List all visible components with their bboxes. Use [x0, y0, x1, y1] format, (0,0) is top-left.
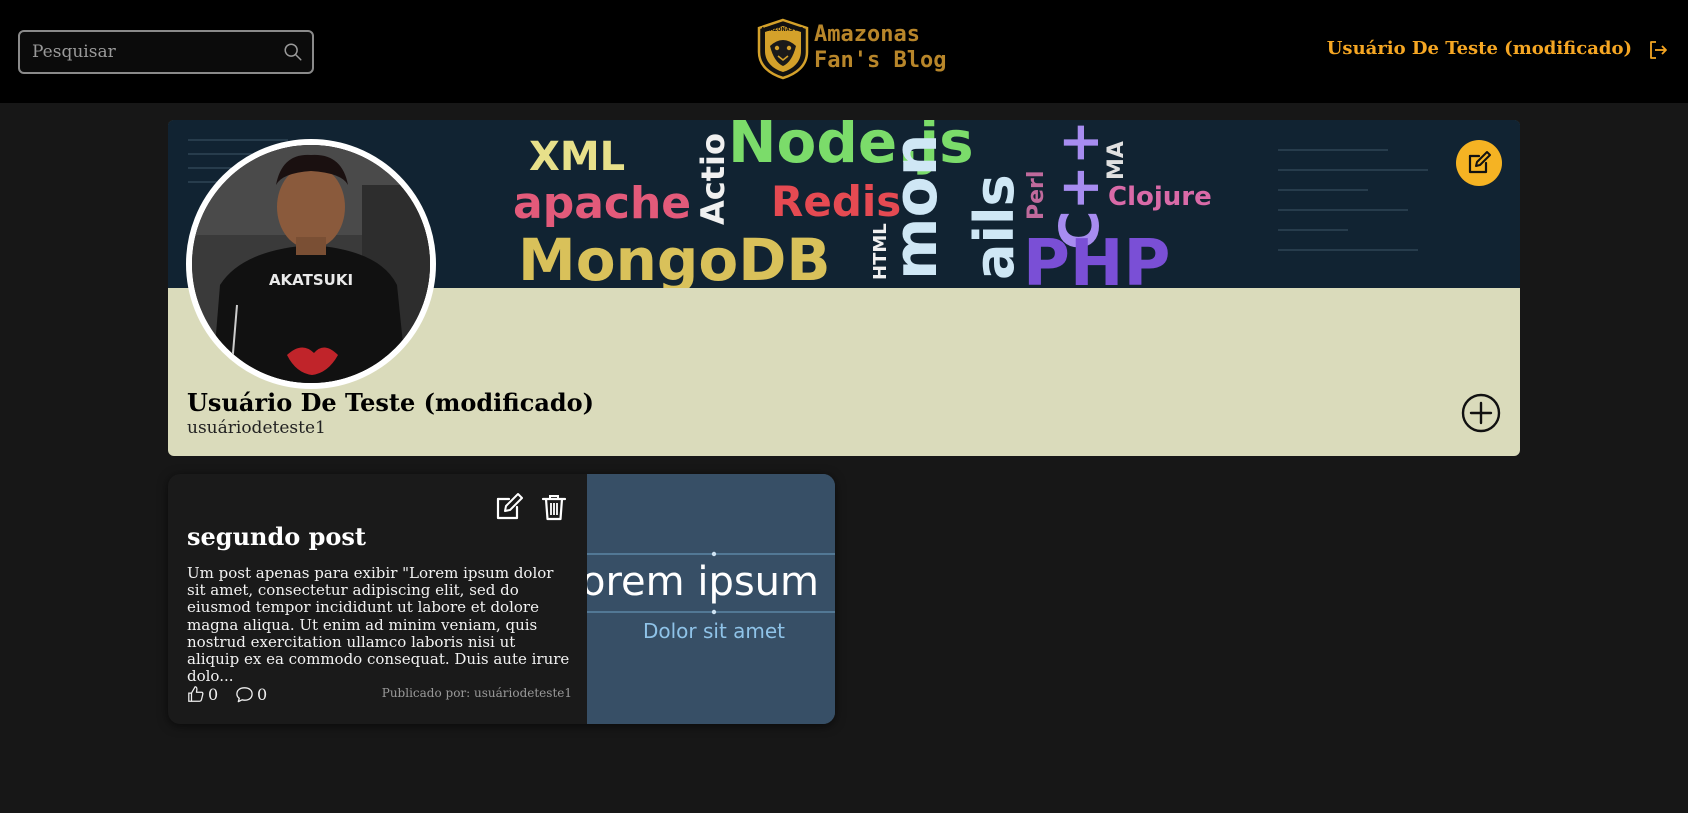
post-author: Publicado por: usuáriodeteste1 — [381, 686, 572, 700]
comment-button[interactable]: 0 — [235, 684, 267, 704]
banner-word-ma: MA — [1104, 141, 1129, 180]
banner-word-php: PHP — [1023, 227, 1170, 288]
add-post-icon[interactable] — [1461, 393, 1501, 433]
post-cover-graphic: orem ipsum Dolor sit amet — [587, 474, 835, 724]
thumbs-up-icon — [188, 686, 204, 702]
search-icon[interactable] — [282, 41, 304, 63]
post-footer: 0 0 Publicado por: usuáriodeteste1 — [187, 684, 572, 704]
logo-title-line2: Fan's Blog — [814, 48, 947, 73]
search-input[interactable] — [32, 32, 272, 72]
like-count: 0 — [208, 684, 219, 704]
logo-title-line1: Amazonas — [814, 22, 920, 47]
profile-username: usuáriodeteste1 — [187, 418, 326, 438]
banner-word-apache: apache — [513, 178, 691, 229]
logo-badge-text: AMAZONAS F.C. — [761, 27, 805, 33]
comment-icon — [236, 686, 253, 702]
banner-word-perl: Perl — [1024, 171, 1049, 220]
banner-word-xml: XML — [529, 134, 625, 180]
profile-avatar[interactable]: AKATSUKI — [186, 139, 436, 389]
logo-badge-icon: AMAZONAS F.C. — [757, 18, 809, 80]
logout-icon[interactable] — [1646, 38, 1670, 62]
header-user-name-link[interactable]: Usuário De Teste (modificado) — [1327, 38, 1632, 59]
post-cover-sub-text: Dolor sit amet — [643, 619, 785, 643]
banner-word-ails: ails — [963, 174, 1026, 280]
edit-banner-button[interactable] — [1456, 140, 1502, 186]
profile-name: Usuário De Teste (modificado) — [187, 388, 595, 417]
banner-word-mongodb: MongoDB — [518, 226, 831, 288]
top-navbar: AMAZONAS F.C. AmazonasFan's Blog Usuário… — [0, 0, 1688, 103]
post-excerpt: Um post apenas para exibir "Lorem ipsum … — [187, 564, 570, 686]
banner-word-mon: mon — [881, 134, 951, 280]
delete-post-icon[interactable] — [539, 492, 569, 522]
comment-count: 0 — [257, 684, 268, 704]
avatar-photo: AKATSUKI — [192, 145, 430, 383]
edit-post-icon[interactable] — [494, 492, 524, 522]
post-card[interactable]: segundo post Um post apenas para exibir … — [168, 474, 835, 724]
post-body: segundo post Um post apenas para exibir … — [168, 474, 587, 724]
edit-icon — [1468, 151, 1491, 174]
post-actions — [494, 492, 574, 522]
avatar-shirt-text: AKATSUKI — [269, 271, 353, 289]
search-box[interactable] — [18, 30, 314, 74]
post-cover-image[interactable]: orem ipsum Dolor sit amet — [587, 474, 835, 724]
post-cover-main-text: orem ipsum — [587, 559, 819, 605]
logo-text: Amazonas Fan's Blog — [814, 22, 946, 74]
banner-word-action: Actio — [694, 133, 732, 225]
banner-word-clojure: Clojure — [1108, 182, 1212, 212]
site-logo[interactable]: AMAZONAS F.C. Amazonas Fan's Blog — [756, 18, 946, 82]
post-title[interactable]: segundo post — [187, 522, 366, 551]
like-button[interactable]: 0 — [187, 684, 218, 704]
